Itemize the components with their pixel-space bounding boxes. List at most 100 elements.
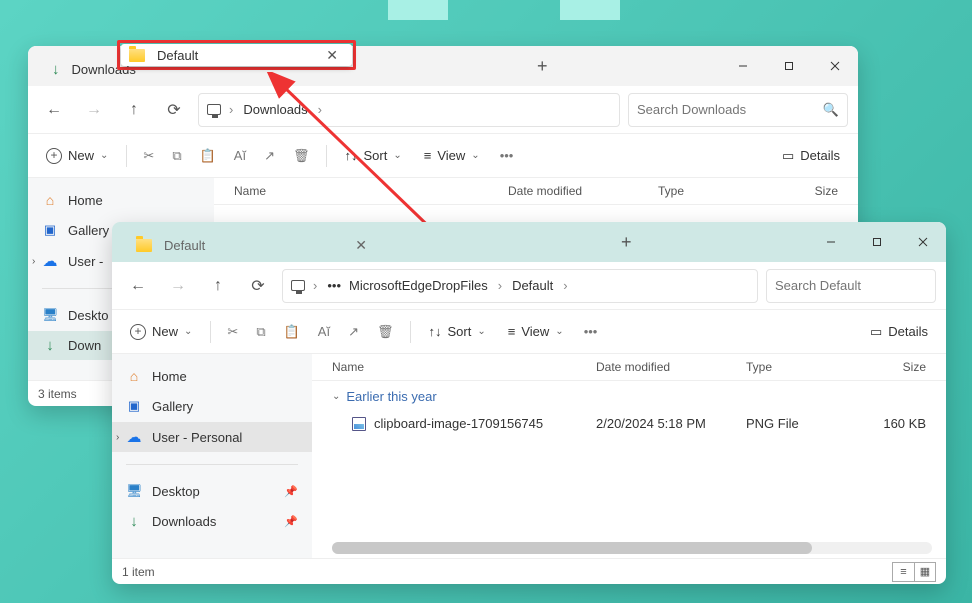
breadcrumb-item[interactable]: Downloads (241, 102, 309, 117)
chevron-right-icon[interactable]: › (32, 256, 35, 267)
more-button[interactable]: ••• (578, 320, 604, 343)
view-button[interactable]: ≡ View ⌄ (416, 144, 488, 167)
search-input[interactable] (775, 278, 946, 293)
new-tab-button[interactable]: + (523, 56, 562, 77)
cloud-icon: ☁ (42, 252, 58, 270)
column-headers: Name Date modified Type Size (214, 178, 858, 205)
breadcrumb-item[interactable]: MicrosoftEdgeDropFiles (347, 278, 490, 293)
close-button[interactable] (812, 46, 858, 86)
file-pane: Name Date modified Type Size ⌄Earlier th… (312, 354, 946, 558)
delete-button[interactable]: 🗑 (371, 320, 400, 344)
col-date[interactable]: Date modified (508, 184, 658, 198)
overflow-icon[interactable]: ••• (325, 278, 343, 293)
back-button[interactable]: ← (122, 270, 154, 302)
minimize-button[interactable] (720, 46, 766, 86)
col-size[interactable]: Size (768, 184, 838, 198)
tab-label: Default (164, 238, 205, 253)
col-type[interactable]: Type (746, 360, 856, 374)
horizontal-scrollbar[interactable] (332, 542, 932, 554)
pc-icon (207, 104, 221, 115)
maximize-button[interactable] (854, 222, 900, 262)
chevron-down-icon: ⌄ (332, 391, 340, 402)
search-input[interactable] (637, 102, 815, 117)
details-button[interactable]: ▭ Details (862, 320, 936, 344)
search-box[interactable]: 🔍 (628, 93, 848, 127)
search-box[interactable] (766, 269, 936, 303)
chevron-down-icon: ⌄ (393, 150, 401, 161)
sidebar: ⌂Home ▣Gallery ›☁User - Personal 🖥Deskto… (112, 354, 312, 558)
paste-button[interactable]: 📋 (278, 320, 306, 344)
chevron-down-icon: ⌄ (100, 150, 108, 161)
download-icon: ↓ (52, 61, 60, 78)
col-date[interactable]: Date modified (596, 360, 746, 374)
maximize-button[interactable] (766, 46, 812, 86)
chevron-right-icon: › (559, 278, 571, 293)
grid-view-icon[interactable]: ▦ (914, 562, 936, 582)
close-button[interactable] (900, 222, 946, 262)
more-button[interactable]: ••• (494, 144, 520, 167)
sidebar-item-user[interactable]: ›☁User - Personal (112, 422, 312, 452)
titlebar: Default ✕ + (112, 222, 946, 262)
plus-icon (46, 148, 62, 164)
close-icon[interactable]: ✕ (349, 237, 373, 254)
gallery-icon: ▣ (126, 398, 142, 414)
details-button[interactable]: ▭ Details (774, 144, 848, 168)
file-type: PNG File (746, 416, 856, 431)
sort-button[interactable]: ↑↓ Sort ⌄ (421, 320, 494, 343)
breadcrumb-item[interactable]: Default (510, 278, 555, 293)
breadcrumb[interactable]: › Downloads › (198, 93, 620, 127)
col-size[interactable]: Size (856, 360, 926, 374)
refresh-button[interactable]: ⟳ (158, 94, 190, 126)
list-view-icon[interactable]: ≡ (892, 562, 914, 582)
minimize-button[interactable] (808, 222, 854, 262)
paste-button[interactable]: 📋 (194, 144, 222, 168)
share-button[interactable]: ↗ (258, 144, 281, 168)
close-icon[interactable]: ✕ (320, 47, 344, 64)
download-icon: ↓ (126, 513, 142, 530)
sidebar-item-desktop[interactable]: 🖥Desktop📌 (112, 477, 312, 505)
breadcrumb[interactable]: › ••• MicrosoftEdgeDropFiles › Default › (282, 269, 758, 303)
plus-icon (130, 324, 146, 340)
forward-button[interactable]: → (162, 270, 194, 302)
sidebar-item-gallery[interactable]: ▣Gallery (112, 392, 312, 420)
new-button[interactable]: New⌄ (38, 144, 116, 168)
file-row[interactable]: clipboard-image-1709156745 2/20/2024 5:1… (312, 412, 946, 435)
navbar: ← → ↑ ⟳ › Downloads › 🔍 (28, 86, 858, 134)
sidebar-item-home[interactable]: ⌂Home (28, 186, 214, 214)
view-switcher[interactable]: ≡ ▦ (892, 562, 936, 582)
refresh-button[interactable]: ⟳ (242, 270, 274, 302)
cut-button[interactable]: ✂ (137, 144, 160, 168)
col-name[interactable]: Name (234, 184, 508, 198)
up-button[interactable]: ↑ (202, 270, 234, 302)
back-button[interactable]: ← (38, 94, 70, 126)
up-button[interactable]: ↑ (118, 94, 150, 126)
folder-icon (129, 49, 145, 62)
pin-icon[interactable]: 📌 (284, 485, 298, 498)
new-tab-button[interactable]: + (607, 232, 646, 253)
col-name[interactable]: Name (332, 360, 596, 374)
share-button[interactable]: ↗ (342, 320, 365, 344)
forward-button[interactable]: → (78, 94, 110, 126)
delete-button[interactable]: 🗑 (287, 144, 316, 168)
col-type[interactable]: Type (658, 184, 768, 198)
tab-default[interactable]: Default ✕ (122, 228, 387, 262)
dragged-tab[interactable]: Default ✕ (121, 44, 352, 66)
folder-icon (136, 239, 152, 252)
group-header[interactable]: ⌄Earlier this year (312, 381, 946, 412)
sidebar-item-home[interactable]: ⌂Home (112, 362, 312, 390)
new-button[interactable]: New⌄ (122, 320, 200, 344)
copy-button[interactable]: ⧉ (166, 144, 187, 168)
dragged-tab-label: Default (157, 48, 308, 63)
sort-button[interactable]: ↑↓ Sort ⌄ (337, 144, 410, 167)
chevron-right-icon[interactable]: › (116, 432, 119, 443)
rename-button[interactable]: Aĭ (312, 320, 336, 343)
copy-button[interactable]: ⧉ (250, 320, 271, 344)
cut-button[interactable]: ✂ (221, 320, 244, 344)
pin-icon[interactable]: 📌 (284, 515, 298, 528)
view-button[interactable]: ≡ View ⌄ (500, 320, 572, 343)
home-icon: ⌂ (42, 192, 58, 208)
rename-button[interactable]: Aĭ (228, 144, 252, 167)
sidebar-item-downloads[interactable]: ↓Downloads📌 (112, 507, 312, 536)
chevron-down-icon: ⌄ (477, 326, 485, 337)
window-controls (720, 46, 858, 86)
